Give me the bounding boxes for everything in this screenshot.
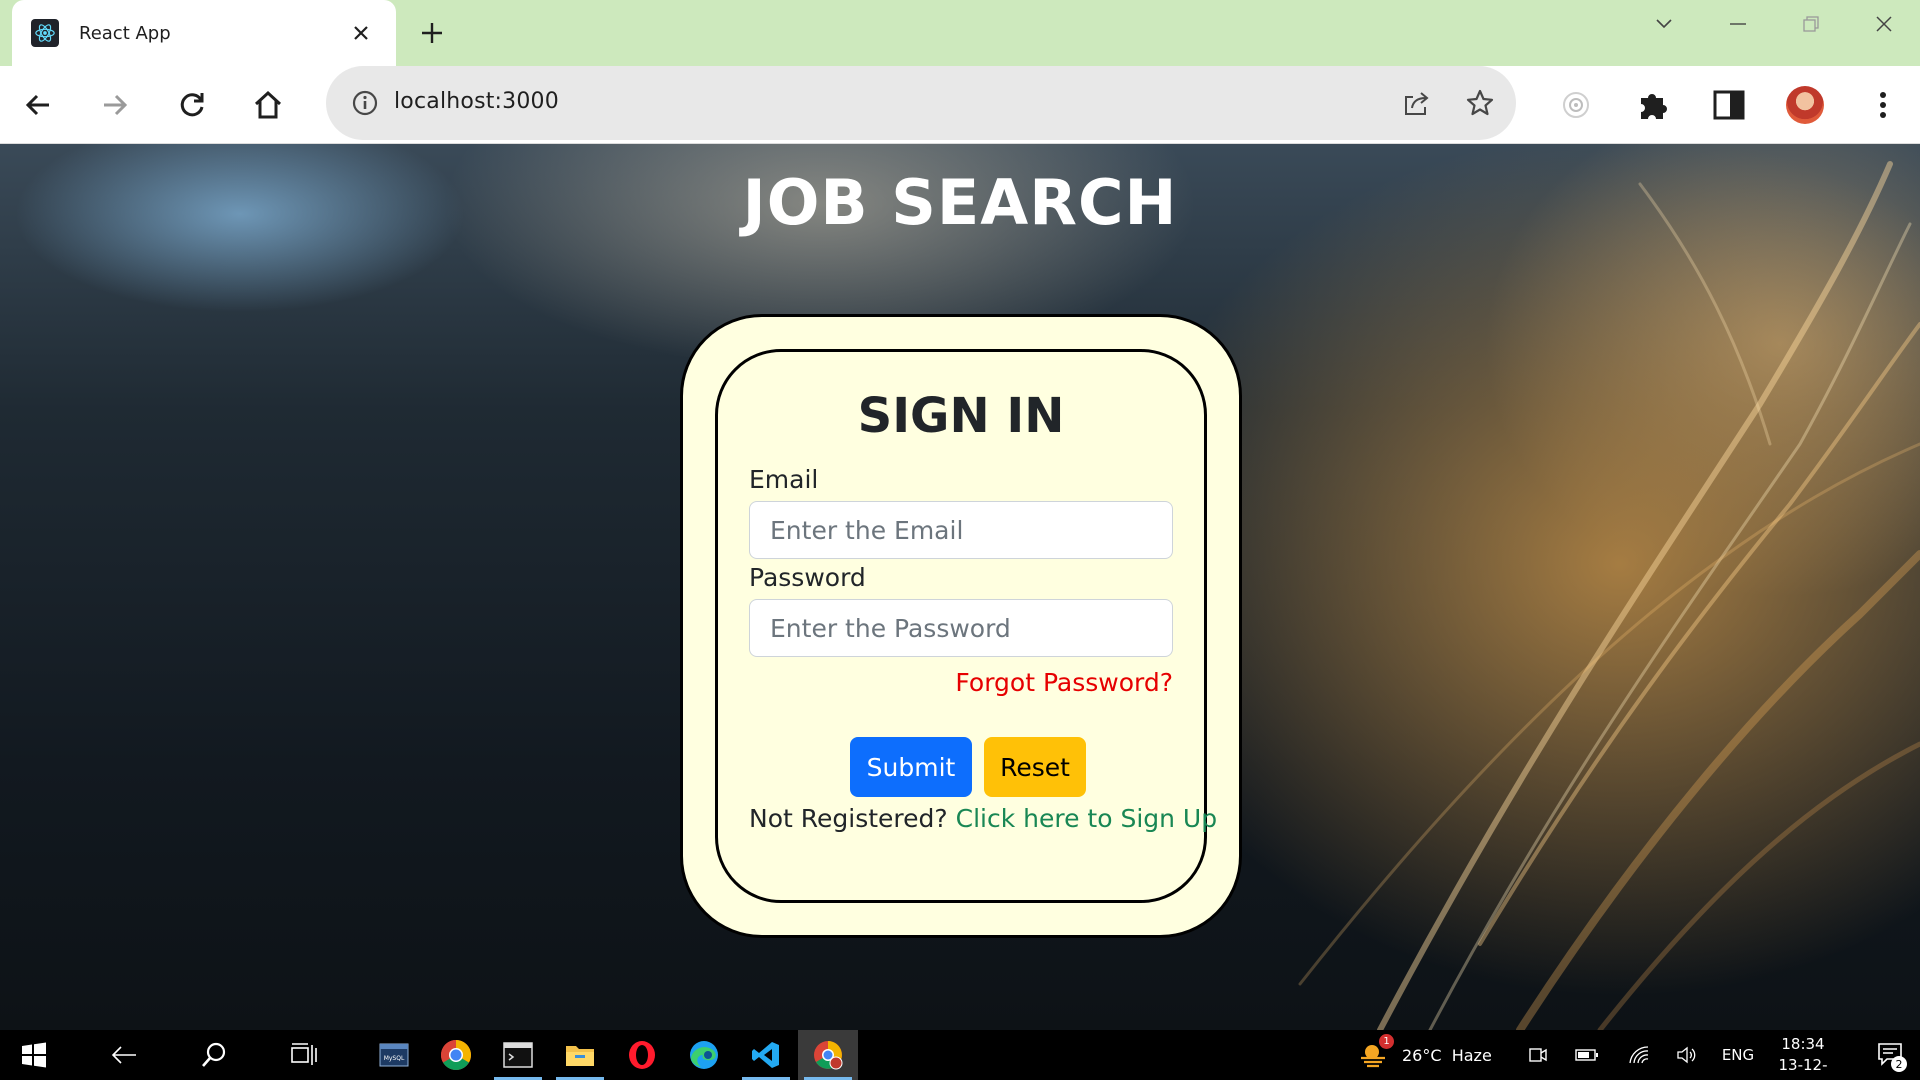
weather-widget[interactable]: 1 26°C Haze	[1358, 1030, 1538, 1080]
close-icon[interactable]	[346, 18, 376, 48]
mysql-workbench-icon[interactable]: MySQL	[364, 1030, 424, 1080]
signin-form: SIGN IN Email Password Forgot Password? …	[715, 349, 1217, 903]
system-clock[interactable]: 18:34 13-12-2023	[1760, 1034, 1846, 1080]
windows-start-icon[interactable]	[4, 1030, 64, 1080]
profile-avatar[interactable]	[1782, 82, 1828, 128]
edge-icon[interactable]	[674, 1030, 734, 1080]
star-icon[interactable]	[1460, 83, 1500, 123]
file-explorer-icon[interactable]	[550, 1030, 610, 1080]
react-logo-icon	[31, 19, 59, 47]
extension-icon[interactable]	[1553, 82, 1599, 128]
page-background: JOB SEARCH SIGN IN Email Password Forgot…	[0, 144, 1920, 1030]
vscode-icon[interactable]	[736, 1030, 796, 1080]
password-field[interactable]	[749, 599, 1173, 657]
volume-icon[interactable]	[1670, 1030, 1704, 1080]
page-title: JOB SEARCH	[742, 166, 1178, 239]
submit-button[interactable]: Submit	[850, 737, 972, 797]
forgot-password-link[interactable]: Forgot Password?	[955, 668, 1173, 697]
address-bar[interactable]: localhost:3000	[326, 66, 1516, 140]
clock-time: 18:34	[1781, 1035, 1825, 1053]
avatar	[1786, 86, 1824, 124]
tab-title: React App	[79, 22, 171, 44]
weather-badge: 1	[1379, 1034, 1394, 1049]
task-view-icon[interactable]	[274, 1030, 334, 1080]
arrow-right-icon[interactable]	[92, 82, 138, 128]
password-label: Password	[749, 563, 866, 592]
taskbar: MySQL 1 26°C Haze ENG 18:34 13-12- 2	[0, 1030, 1920, 1080]
url-text[interactable]: localhost:3000	[394, 89, 559, 114]
signin-card-outer: SIGN IN Email Password Forgot Password? …	[680, 314, 1242, 938]
reset-button[interactable]: Reset	[984, 737, 1086, 797]
minimize-icon[interactable]	[1712, 4, 1764, 44]
plus-icon[interactable]	[412, 16, 452, 50]
home-icon[interactable]	[245, 82, 291, 128]
share-icon[interactable]	[1396, 83, 1436, 123]
notification-count: 2	[1891, 1056, 1907, 1072]
signup-link[interactable]: Click here to Sign Up	[956, 804, 1218, 833]
browser-toolbar: localhost:3000	[0, 66, 1920, 144]
more-vertical-icon[interactable]	[1860, 82, 1906, 128]
info-icon[interactable]	[346, 84, 384, 122]
meet-now-icon[interactable]	[1522, 1030, 1554, 1080]
weather-text: 26°C Haze	[1402, 1045, 1492, 1065]
battery-icon[interactable]	[1570, 1030, 1604, 1080]
search-icon[interactable]	[184, 1030, 244, 1080]
signin-heading: SIGN IN	[857, 388, 1065, 444]
email-field[interactable]	[749, 501, 1173, 559]
close-window-icon[interactable]	[1858, 4, 1910, 44]
language-indicator[interactable]: ENG	[1718, 1030, 1758, 1080]
wifi-icon[interactable]	[1622, 1030, 1656, 1080]
tab-strip: React App	[0, 0, 1920, 66]
email-label: Email	[749, 465, 819, 494]
notification-center-icon[interactable]: 2	[1866, 1030, 1914, 1080]
restore-icon[interactable]	[1785, 4, 1837, 44]
opera-icon[interactable]	[612, 1030, 672, 1080]
notification-icon: 2	[1877, 1042, 1907, 1072]
back-arrow-icon[interactable]	[94, 1030, 154, 1080]
chrome-icon[interactable]	[426, 1030, 486, 1080]
register-text: Not Registered?	[749, 804, 948, 833]
browser-tab[interactable]: React App	[12, 0, 396, 66]
svg-text:MySQL: MySQL	[384, 1055, 405, 1062]
clock-date: 13-12-2023	[1778, 1056, 1828, 1080]
language-text: ENG	[1721, 1046, 1755, 1064]
weather-haze-icon: 1	[1358, 1034, 1394, 1070]
arrow-left-icon[interactable]	[15, 82, 61, 128]
side-panel-icon[interactable]	[1706, 82, 1752, 128]
chrome-profile-icon[interactable]	[798, 1030, 858, 1080]
register-prompt: Not Registered? Click here to Sign Up	[749, 804, 1217, 833]
reload-icon[interactable]	[169, 82, 215, 128]
puzzle-icon[interactable]	[1630, 82, 1676, 128]
chevron-down-icon[interactable]	[1638, 4, 1690, 44]
terminal-icon[interactable]	[488, 1030, 548, 1080]
